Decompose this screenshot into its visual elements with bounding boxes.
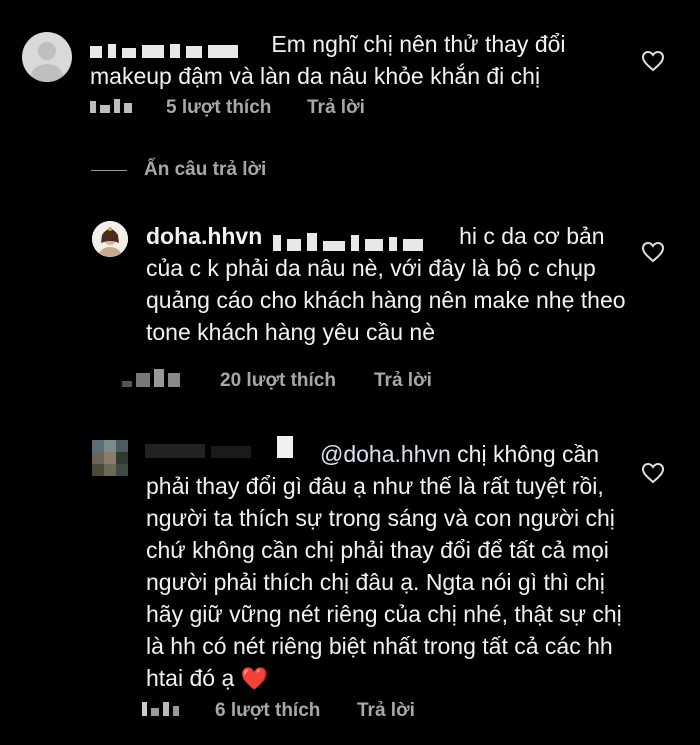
comment-meta <box>142 700 192 722</box>
likes-count[interactable]: 5 lượt thích <box>166 97 271 119</box>
profile-photo-icon <box>92 221 128 257</box>
likes-count[interactable]: 6 lượt thích <box>215 700 320 722</box>
like-heart-icon[interactable] <box>641 50 665 72</box>
default-avatar-icon <box>31 42 63 82</box>
avatar[interactable] <box>92 221 128 257</box>
comment-text: Em nghĩ chị nên thử thay đổi makeup đậm … <box>90 31 566 89</box>
comment-username[interactable]: doha.hhvn <box>146 223 262 249</box>
blurred-username[interactable] <box>90 34 265 58</box>
blurred-timestamp <box>142 700 192 722</box>
reply-button[interactable]: Trả lời <box>374 370 432 392</box>
avatar[interactable] <box>22 32 72 82</box>
mention-link[interactable]: @doha.hhvn <box>320 441 451 467</box>
reply-button[interactable]: Trả lời <box>307 97 365 119</box>
avatar[interactable] <box>92 440 128 476</box>
hide-replies-button[interactable]: Ẩn câu trả lời <box>144 159 266 181</box>
hide-replies-line <box>91 170 127 171</box>
comment-meta <box>122 369 212 393</box>
likes-count[interactable]: 20 lượt thích <box>220 370 336 392</box>
blurred-timestamp <box>90 97 150 119</box>
reply-button[interactable]: Trả lời <box>357 700 415 722</box>
pixelated-avatar-icon <box>92 440 128 476</box>
comment-meta <box>90 97 150 119</box>
comment-text: doha.hhvn hi c da cơ bản của c k phải da… <box>146 223 626 345</box>
like-heart-icon[interactable] <box>641 241 665 263</box>
blurred-mention <box>272 227 453 251</box>
comment-text: @doha.hhvn chị không cần phải thay đổi g… <box>146 441 622 691</box>
blurred-timestamp <box>122 369 212 393</box>
like-heart-icon[interactable] <box>641 462 665 484</box>
red-heart-emoji: ❤️ <box>240 666 269 691</box>
